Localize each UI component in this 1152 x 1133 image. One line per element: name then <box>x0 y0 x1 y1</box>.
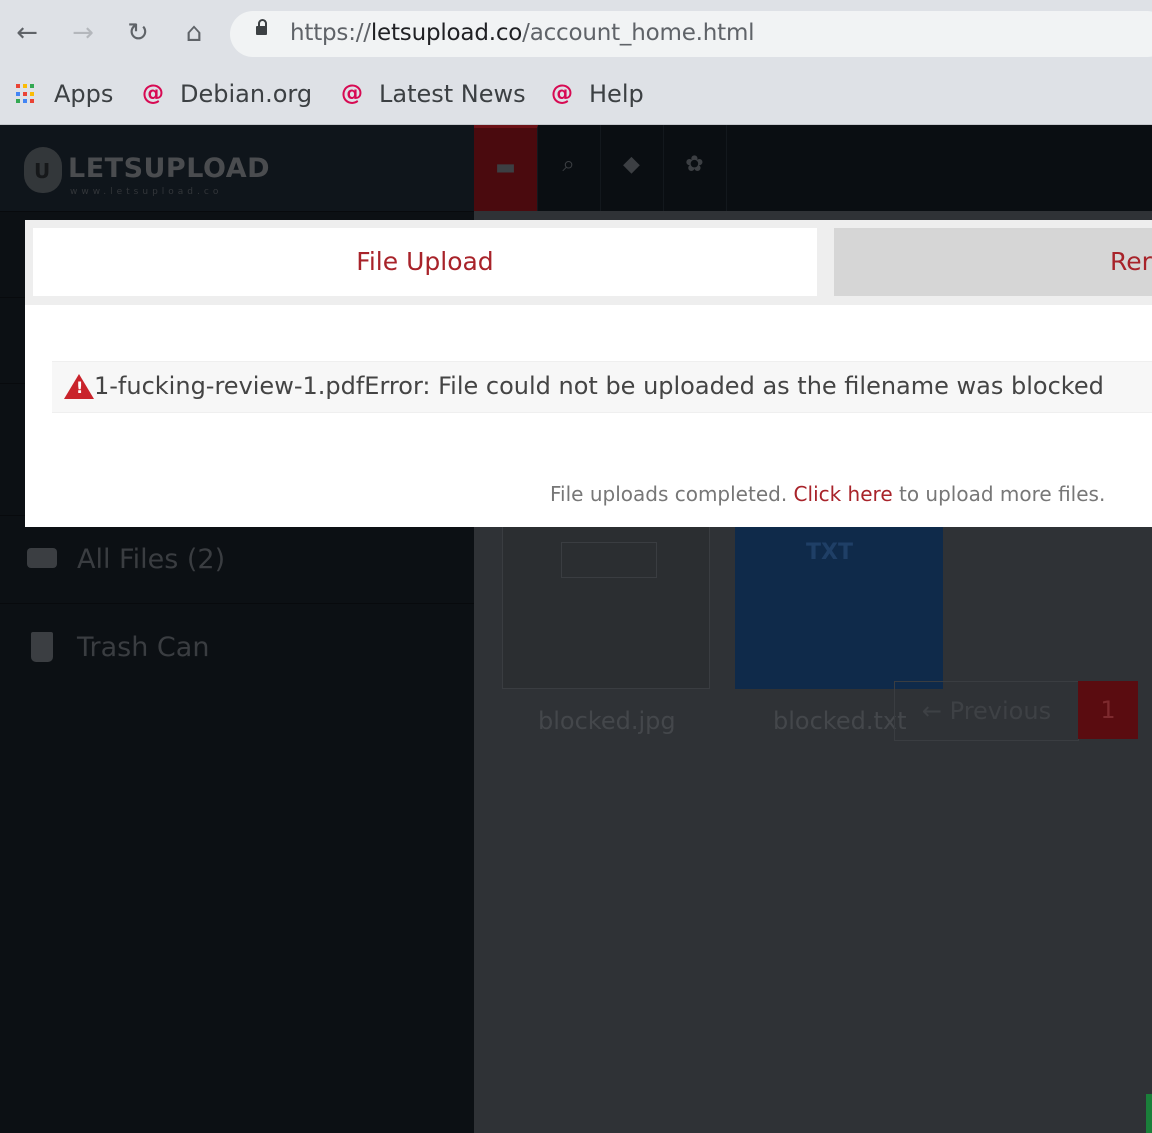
sidebar-item-all-files[interactable]: All Files (2) <box>0 515 474 602</box>
logo-flame-icon <box>24 147 62 193</box>
bookmark-label: Help <box>589 80 644 108</box>
pager-current-page[interactable]: 1 <box>1078 681 1138 739</box>
upload-error-row: 1-fucking-review-1.pdfError: File could … <box>52 361 1152 413</box>
image-placeholder-icon <box>561 542 657 578</box>
url-scheme: https:// <box>290 20 371 46</box>
debian-swirl-icon: @ <box>142 81 164 106</box>
sidebar-item-label: All Files (2) <box>77 543 226 575</box>
sidebar-item-trash[interactable]: Trash Can <box>0 603 474 690</box>
file-thumbnail-txt[interactable]: TXT <box>735 521 943 689</box>
forward-arrow-icon[interactable]: → <box>67 14 99 52</box>
url-text: https://letsupload.co/account_home.html <box>290 20 755 46</box>
debian-swirl-icon: @ <box>341 81 363 106</box>
green-indicator <box>1146 1094 1152 1133</box>
bookmark-label: Apps <box>54 80 114 108</box>
file-thumbnail-jpg[interactable] <box>502 521 710 689</box>
gear-icon[interactable]: ✿ <box>663 125 727 211</box>
tag-icon[interactable]: ◆ <box>600 125 664 211</box>
apps-grid-icon <box>16 84 36 104</box>
bookmark-help[interactable]: @ Help <box>551 76 644 112</box>
reload-icon[interactable]: ↻ <box>122 14 154 52</box>
top-nav: ▬ ⌕ ◆ ✿ <box>474 125 1152 214</box>
file-name[interactable]: blocked.jpg <box>538 707 676 735</box>
trash-icon <box>31 632 53 662</box>
upload-complete-message: File uploads completed. Click here to up… <box>550 482 1105 506</box>
sidebar-item-label: Trash Can <box>77 631 210 663</box>
bookmarks-bar: Apps @ Debian.org @ Latest News @ Help <box>0 66 1152 125</box>
pager-previous-button[interactable]: ← Previous <box>894 681 1079 741</box>
lock-icon <box>256 19 267 35</box>
back-arrow-icon[interactable]: ← <box>11 14 43 52</box>
complete-suffix: to upload more files. <box>892 482 1106 506</box>
bookmark-debian[interactable]: @ Debian.org <box>142 76 312 112</box>
search-icon[interactable]: ⌕ <box>537 125 601 211</box>
url-path: /account_home.html <box>522 20 755 46</box>
bookmark-label: Latest News <box>379 80 526 108</box>
bookmark-label: Debian.org <box>180 80 313 108</box>
bookmark-latest-news[interactable]: @ Latest News <box>341 76 526 112</box>
address-bar[interactable]: https://letsupload.co/account_home.html <box>230 11 1152 57</box>
file-name[interactable]: blocked.txt <box>773 707 906 735</box>
tab-remote-upload[interactable]: Rer <box>834 228 1152 296</box>
drive-icon <box>27 548 57 568</box>
logo-text: LETSUPLOAD <box>68 153 271 184</box>
drive-icon[interactable]: ▬ <box>474 125 538 214</box>
complete-prefix: File uploads completed. <box>550 482 794 506</box>
file-type-label: TXT <box>806 540 853 565</box>
upload-modal: File Upload Rer 1-fucking-review-1.pdfEr… <box>25 220 1152 527</box>
error-message: 1-fucking-review-1.pdfError: File could … <box>94 372 1104 400</box>
bookmark-apps[interactable]: Apps <box>16 76 113 112</box>
browser-toolbar: ← → ↻ ⌂ https://letsupload.co/account_ho… <box>0 0 1152 66</box>
url-host: letsupload.co <box>370 20 523 46</box>
upload-more-link[interactable]: Click here <box>794 482 893 506</box>
home-icon[interactable]: ⌂ <box>178 14 210 52</box>
logo-area[interactable]: LETSUPLOAD www.letsupload.co <box>0 125 474 211</box>
tab-file-upload[interactable]: File Upload <box>33 228 817 296</box>
warning-icon <box>64 374 94 399</box>
debian-swirl-icon: @ <box>551 81 573 106</box>
modal-tabs: File Upload Rer <box>25 220 1152 305</box>
logo-subtext: www.letsupload.co <box>70 187 223 197</box>
